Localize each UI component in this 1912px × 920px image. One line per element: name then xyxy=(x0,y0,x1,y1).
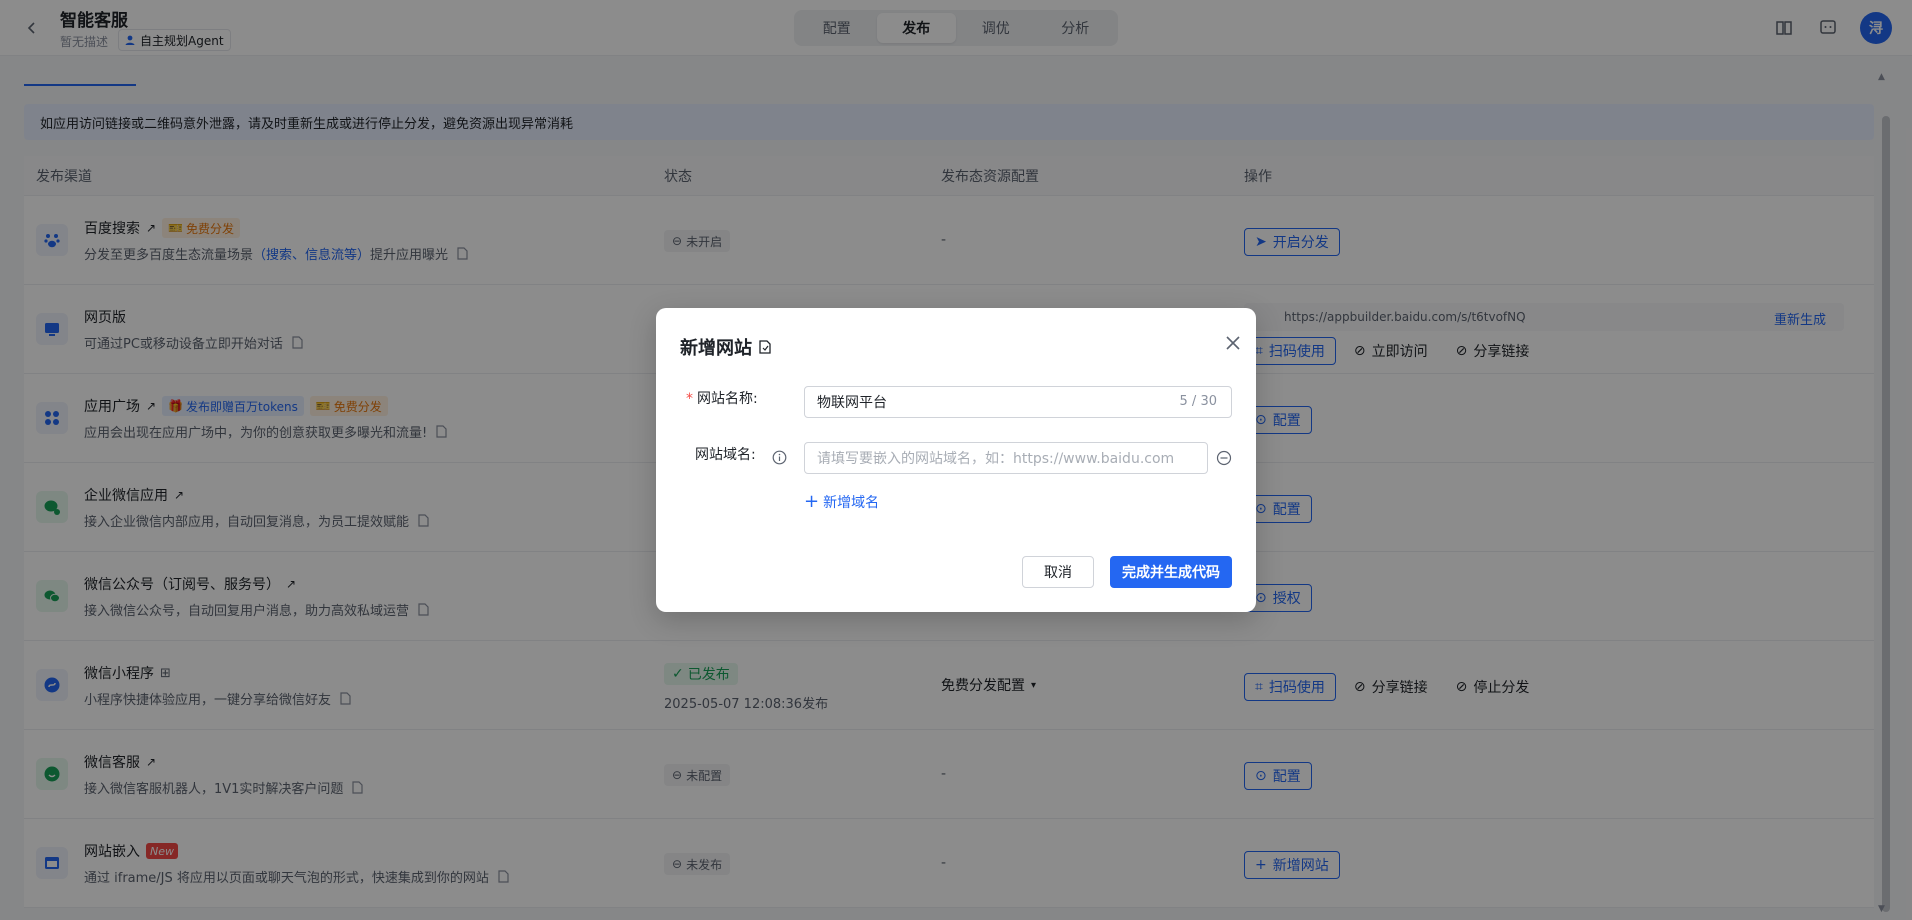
char-counter: 5 / 30 xyxy=(1179,394,1217,409)
submit-generate-button[interactable]: 完成并生成代码 xyxy=(1110,556,1232,588)
modal-title-text: 新增网站 xyxy=(680,338,752,359)
domain-placeholder: 请填写要嵌入的网站域名，如：https://www.baidu.com xyxy=(817,451,1175,467)
add-website-modal: 新增网站 * 网站名称: 物联网平台 5 / 30 网站域名: 请填写要嵌入的网站… xyxy=(656,308,1256,612)
website-domain-input[interactable]: 请填写要嵌入的网站域名，如：https://www.baidu.com xyxy=(804,442,1208,474)
website-name-input[interactable]: 物联网平台 5 / 30 xyxy=(804,386,1232,418)
info-icon[interactable] xyxy=(772,450,787,465)
add-domain-label: 新增域名 xyxy=(823,494,880,511)
add-domain-button[interactable]: + 新增域名 xyxy=(804,491,879,512)
website-name-label: * 网站名称: xyxy=(686,391,758,407)
website-domain-label: 网站域名: xyxy=(695,447,756,463)
modal-title: 新增网站 xyxy=(680,334,772,360)
close-icon[interactable] xyxy=(1224,334,1242,352)
website-name-value: 物联网平台 xyxy=(817,395,887,411)
doc-icon[interactable] xyxy=(758,340,772,354)
remove-domain-icon[interactable] xyxy=(1216,450,1232,466)
cancel-button[interactable]: 取消 xyxy=(1022,556,1094,588)
website-name-label-text: 网站名称: xyxy=(697,391,758,407)
plus-icon: + xyxy=(804,491,820,512)
